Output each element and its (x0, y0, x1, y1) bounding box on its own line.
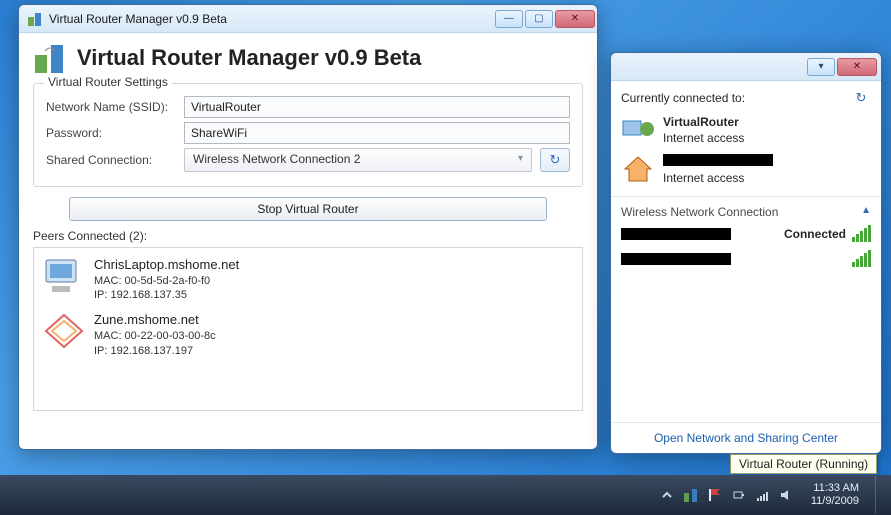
signal-bars-icon (852, 250, 871, 267)
flyout-footer: Open Network and Sharing Center (611, 422, 881, 453)
computer-icon (42, 256, 86, 296)
connection-status: Internet access (663, 171, 773, 187)
connected-header: Currently connected to: (621, 91, 745, 105)
peer-name: Zune.mshome.net (94, 311, 216, 329)
network-tray-icon[interactable] (755, 487, 771, 503)
chevron-up-icon: ▲ (861, 205, 871, 219)
flag-icon[interactable] (707, 487, 723, 503)
close-button[interactable]: ✕ (555, 10, 595, 28)
taskbar-clock[interactable]: 11:33 AM 11/9/2009 (805, 482, 865, 508)
app-title: Virtual Router Manager v0.9 Beta (77, 45, 421, 71)
connection-status: Internet access (663, 131, 744, 147)
peer-mac: MAC: 00-22-00-03-00-8c (94, 329, 216, 344)
connection-name: VirtualRouter (663, 115, 744, 131)
power-icon[interactable] (731, 487, 747, 503)
zune-icon (42, 311, 86, 351)
network-center-link[interactable]: Open Network and Sharing Center (654, 431, 838, 445)
peer-info: ChrisLaptop.mshome.net MAC: 00-5d-5d-2a-… (94, 256, 239, 303)
refresh-button[interactable]: ↻ (540, 148, 570, 172)
flyout-minimize-button[interactable]: ▾ (807, 58, 835, 76)
peer-ip: IP: 192.168.137.35 (94, 288, 239, 303)
ssid-row[interactable] (621, 246, 871, 271)
app-logo-icon (33, 41, 67, 75)
minimize-button[interactable]: — (495, 10, 523, 28)
app-window: Virtual Router Manager v0.9 Beta — ▢ ✕ V… (18, 4, 598, 450)
ssid-status: Connected (784, 227, 846, 241)
virtual-router-tray-icon[interactable] (683, 487, 699, 503)
app-icon (27, 11, 43, 27)
window-title: Virtual Router Manager v0.9 Beta (49, 12, 495, 26)
divider (611, 196, 881, 197)
peers-title: Peers Connected (2): (33, 229, 597, 243)
volume-icon[interactable] (779, 487, 795, 503)
settings-group-title: Virtual Router Settings (44, 75, 172, 89)
password-label: Password: (46, 126, 176, 140)
ssid-row[interactable]: Connected (621, 221, 871, 246)
connection-item[interactable]: VirtualRouter Internet access (621, 111, 871, 150)
clock-time: 11:33 AM (811, 482, 859, 495)
connection-item[interactable]: Internet access (621, 150, 871, 190)
peer-item[interactable]: Zune.mshome.net MAC: 00-22-00-03-00-8c I… (38, 307, 578, 362)
titlebar[interactable]: Virtual Router Manager v0.9 Beta — ▢ ✕ (19, 5, 597, 33)
network-flyout: ▾ ✕ Currently connected to: ↻ VirtualRou… (610, 52, 882, 454)
connection-name (663, 154, 773, 171)
taskbar[interactable]: 11:33 AM 11/9/2009 (0, 475, 891, 515)
app-header: Virtual Router Manager v0.9 Beta (19, 33, 597, 79)
tray-tooltip: Virtual Router (Running) (730, 454, 877, 474)
adapter-title: Wireless Network Connection (621, 205, 778, 219)
redacted-ssid (621, 228, 731, 240)
signal-bars-icon (852, 225, 871, 242)
tray-chevron-icon[interactable] (659, 487, 675, 503)
peer-name: ChrisLaptop.mshome.net (94, 256, 239, 274)
stop-router-button[interactable]: Stop Virtual Router (69, 197, 547, 221)
peers-list[interactable]: ChrisLaptop.mshome.net MAC: 00-5d-5d-2a-… (33, 247, 583, 411)
password-input[interactable] (184, 122, 570, 144)
redacted-text (663, 154, 773, 166)
ssid-label: Network Name (SSID): (46, 100, 176, 114)
refresh-icon[interactable]: ↻ (851, 89, 871, 107)
network-icon (621, 115, 655, 145)
redacted-ssid (621, 253, 731, 265)
peer-ip: IP: 192.168.137.197 (94, 344, 216, 359)
peer-mac: MAC: 00-5d-5d-2a-f0-f0 (94, 274, 239, 289)
shared-connection-select[interactable]: Wireless Network Connection 2 (184, 148, 532, 172)
refresh-icon: ↻ (550, 152, 561, 168)
shared-label: Shared Connection: (46, 153, 176, 167)
settings-group: Virtual Router Settings Network Name (SS… (33, 83, 583, 187)
adapter-header[interactable]: Wireless Network Connection ▲ (621, 203, 871, 221)
ssid-input[interactable] (184, 96, 570, 118)
peer-info: Zune.mshome.net MAC: 00-22-00-03-00-8c I… (94, 311, 216, 358)
system-tray (659, 487, 795, 503)
flyout-close-button[interactable]: ✕ (837, 58, 877, 76)
maximize-button[interactable]: ▢ (525, 10, 553, 28)
window-controls: — ▢ ✕ (495, 10, 595, 28)
peer-item[interactable]: ChrisLaptop.mshome.net MAC: 00-5d-5d-2a-… (38, 252, 578, 307)
flyout-titlebar[interactable]: ▾ ✕ (611, 53, 881, 81)
show-desktop-button[interactable] (875, 476, 887, 514)
clock-date: 11/9/2009 (811, 495, 859, 508)
home-network-icon (621, 154, 655, 184)
